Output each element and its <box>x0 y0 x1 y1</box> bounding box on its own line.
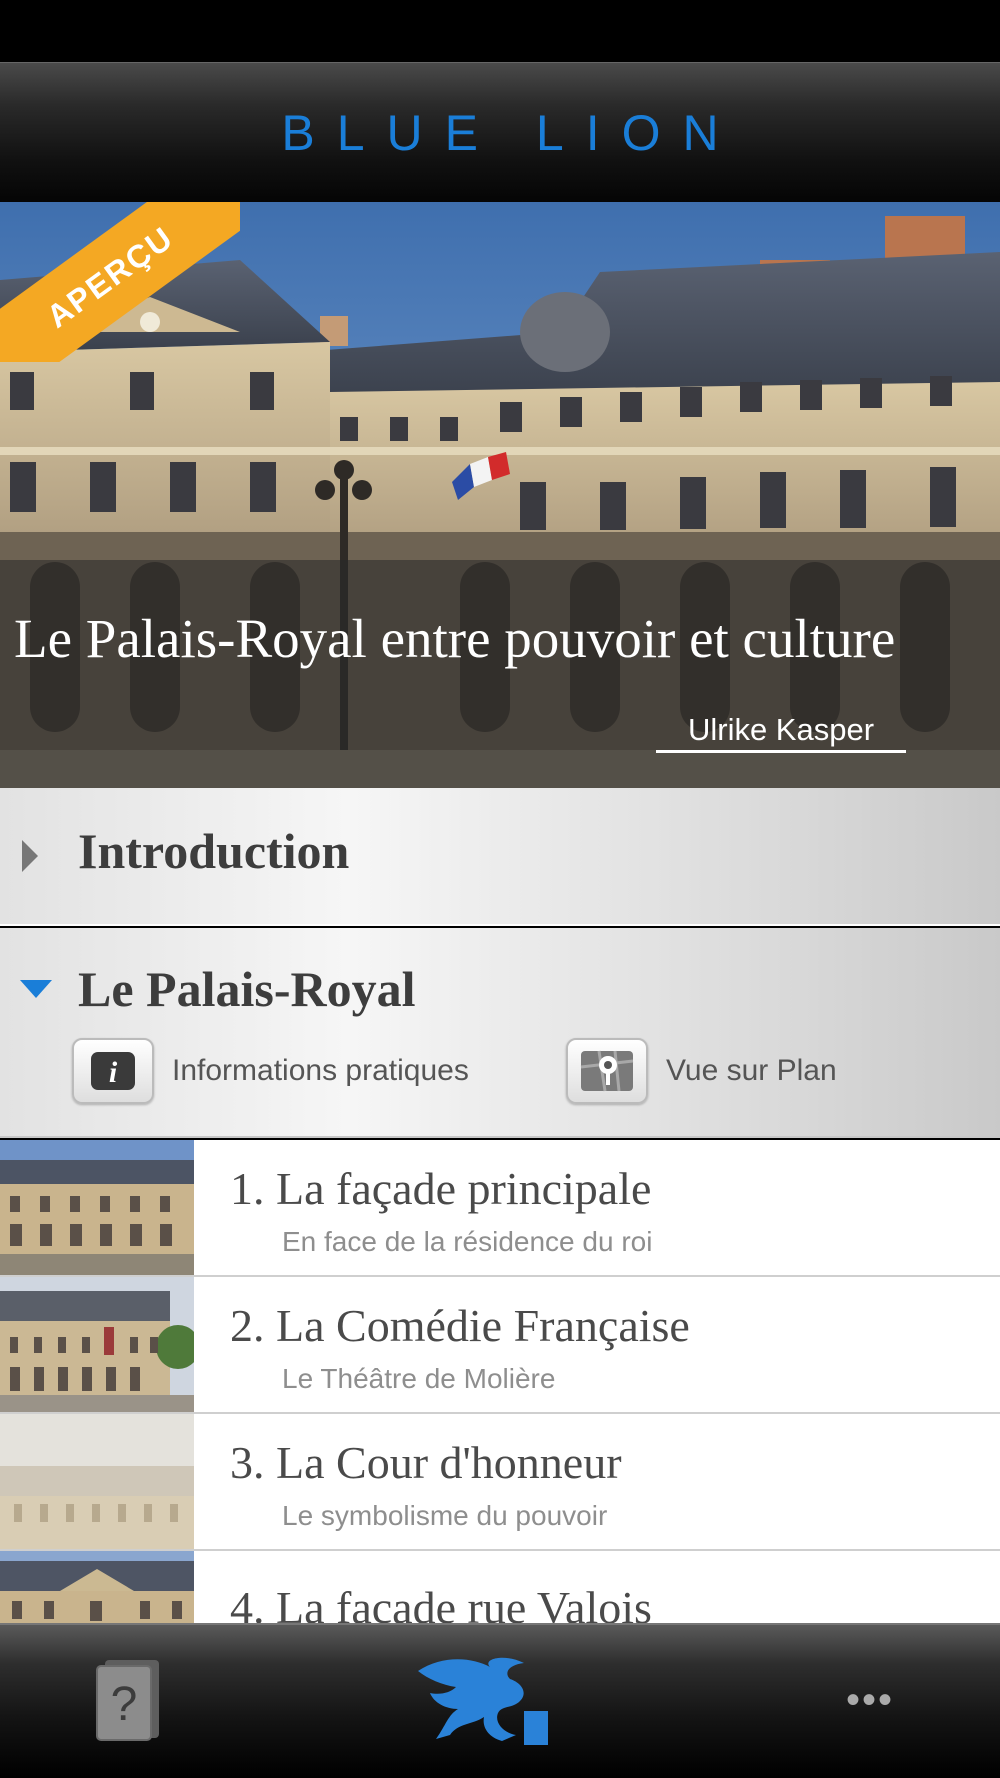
map-button[interactable] <box>566 1038 648 1104</box>
list-item[interactable]: 3. La Cour d'honneur Le symbolisme du po… <box>0 1414 1000 1551</box>
section-palais-royal[interactable]: Le Palais-Royal i Informations pratiques… <box>0 928 1000 1138</box>
stop-thumbnail <box>0 1140 194 1275</box>
stop-title: 1. La façade principale <box>230 1163 652 1214</box>
stop-thumbnail <box>0 1551 194 1623</box>
section-introduction[interactable]: Introduction <box>0 788 1000 926</box>
stop-subtitle: Le Théâtre de Molière <box>282 1363 556 1394</box>
tour-stops-list: 1. La façade principale En face de la ré… <box>0 1140 1000 1623</box>
disclosure-expanded-icon <box>20 980 52 998</box>
status-bar <box>0 0 1000 62</box>
tab-more[interactable]: ••• <box>830 1675 910 1725</box>
stop-title: 2. La Comédie Française <box>230 1300 690 1351</box>
stop-subtitle: En face de la résidence du roi <box>282 1226 653 1257</box>
info-icon: i <box>91 1052 135 1090</box>
hero-caption-overlay <box>0 560 1000 788</box>
list-item[interactable]: 4. La façade rue Valois <box>0 1551 1000 1623</box>
help-book-icon: ? <box>96 1660 159 1741</box>
disclosure-collapsed-icon <box>22 840 38 872</box>
tour-title: Le Palais-Royal entre pouvoir et culture <box>14 608 896 669</box>
tab-home[interactable] <box>410 1651 560 1751</box>
preview-ribbon: APERÇU <box>0 202 240 362</box>
preview-badge-label: APERÇU <box>39 218 180 335</box>
stop-thumbnail <box>0 1277 194 1412</box>
stop-subtitle: Le symbolisme du pouvoir <box>282 1500 608 1531</box>
svg-text:i: i <box>109 1056 118 1089</box>
practical-info-action[interactable]: i Informations pratiques <box>72 1038 469 1104</box>
map-pin-icon <box>580 1050 634 1092</box>
stop-title: 3. La Cour d'honneur <box>230 1437 622 1488</box>
map-view-action[interactable]: Vue sur Plan <box>566 1038 837 1104</box>
practical-info-label: Informations pratiques <box>172 1054 469 1087</box>
list-item[interactable]: 1. La façade principale En face de la ré… <box>0 1140 1000 1277</box>
more-icon: ••• <box>845 1678 894 1722</box>
app-brand-title: BLUE LION <box>281 104 741 161</box>
author-link[interactable]: Ulrike Kasper <box>656 712 906 753</box>
stop-thumbnail <box>0 1414 194 1549</box>
bottom-tab-bar: ? ••• <box>0 1623 1000 1778</box>
map-view-label: Vue sur Plan <box>666 1054 837 1087</box>
blue-lion-logo-icon <box>418 1657 548 1745</box>
navigation-bar: BLUE LION <box>0 62 1000 202</box>
stop-title: 4. La façade rue Valois <box>230 1582 652 1623</box>
section-palais-title: Le Palais-Royal <box>78 961 416 1017</box>
section-introduction-title: Introduction <box>78 823 350 879</box>
list-item[interactable]: 2. La Comédie Française Le Théâtre de Mo… <box>0 1277 1000 1414</box>
info-button[interactable]: i <box>72 1038 154 1104</box>
svg-text:?: ? <box>111 1678 138 1731</box>
tab-help[interactable]: ? <box>88 1655 168 1745</box>
